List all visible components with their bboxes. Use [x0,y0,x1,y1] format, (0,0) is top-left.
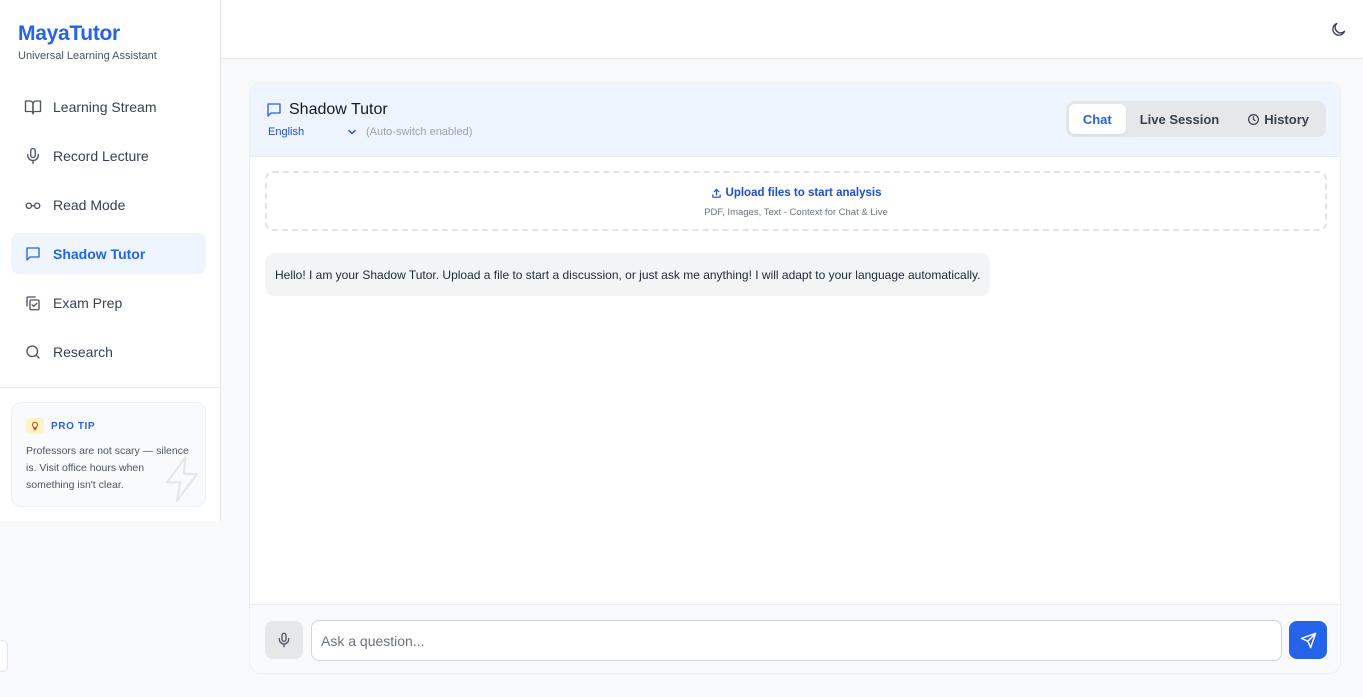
clock-icon [1247,113,1260,126]
language-value: English [268,126,305,138]
lightbulb-icon [26,418,44,434]
clipboard-check-icon [24,294,42,312]
sidebar-nav: Learning Stream Record Lecture Read Mode… [11,86,206,380]
sidebar-item-label: Research [53,343,113,360]
sidebar-item-learning-stream[interactable]: Learning Stream [11,86,206,127]
sidebar-item-label: Learning Stream [53,98,157,115]
shadow-tutor-panel: Shadow Tutor English (Auto-switch enable… [249,82,1341,674]
language-select[interactable]: English [268,126,358,138]
microphone-icon [276,632,292,648]
sidebar-item-exam-prep[interactable]: Exam Prep [11,282,206,323]
sidebar: MayaTutor Universal Learning Assistant L… [0,0,221,521]
tab-label: Live Session [1139,111,1220,127]
pro-tip-header: PRO TIP [26,418,95,434]
sidebar-item-label: Record Lecture [53,147,149,164]
question-input[interactable] [311,620,1282,661]
moon-icon [1330,21,1347,38]
language-note: (Auto-switch enabled) [366,126,473,138]
panel-title: Shadow Tutor [265,101,388,119]
lightning-bolt-icon [162,455,202,506]
pro-tip-label: PRO TIP [51,420,96,432]
search-icon [24,343,42,361]
sidebar-item-shadow-tutor[interactable]: Shadow Tutor [11,233,206,274]
panel-title-text: Shadow Tutor [289,101,388,118]
book-open-icon [24,98,42,116]
sidebar-divider [0,387,220,388]
send-button[interactable] [1289,621,1327,659]
tab-chat[interactable]: Chat [1068,104,1126,134]
upload-dropzone[interactable]: Upload files to start analysis PDF, Imag… [265,171,1327,231]
chevron-down-icon [346,126,358,138]
edge-handle[interactable] [0,640,8,672]
chat-bubble-icon [265,101,283,119]
language-row: English (Auto-switch enabled) [268,126,472,138]
brand: MayaTutor Universal Learning Assistant [18,22,157,62]
sidebar-item-research[interactable]: Research [11,331,206,372]
upload-title-text: Upload files to start analysis [725,187,882,199]
sidebar-item-record-lecture[interactable]: Record Lecture [11,135,206,176]
microphone-icon [24,147,42,165]
mode-tabs: Chat Live Session History [1065,101,1326,137]
tab-history[interactable]: History [1233,104,1323,134]
brand-title: MayaTutor [18,22,120,45]
upload-icon [711,188,722,199]
sidebar-item-label: Read Mode [53,196,126,213]
panel-header: Shadow Tutor English (Auto-switch enable… [250,83,1340,157]
top-bar [221,0,1363,59]
send-icon [1300,632,1317,649]
assistant-message: Hello! I am your Shadow Tutor. Upload a … [265,253,991,296]
tab-live-session[interactable]: Live Session [1126,104,1233,134]
voice-input-button[interactable] [265,621,303,659]
sidebar-item-read-mode[interactable]: Read Mode [11,184,206,225]
glasses-icon [24,196,42,214]
tab-label: History [1264,111,1309,127]
message-composer [250,604,1340,673]
pro-tip-card: PRO TIP Professors are not scary — silen… [11,402,206,507]
tab-label: Chat [1082,111,1112,127]
upload-title: Upload files to start analysis [267,187,1325,199]
chat-bubble-icon [24,245,42,263]
sidebar-item-label: Exam Prep [53,294,123,311]
upload-subtitle: PDF, Images, Text - Context for Chat & L… [704,207,888,218]
sidebar-item-label: Shadow Tutor [53,245,146,262]
theme-toggle-button[interactable] [1327,18,1349,40]
brand-subtitle: Universal Learning Assistant [18,50,157,62]
